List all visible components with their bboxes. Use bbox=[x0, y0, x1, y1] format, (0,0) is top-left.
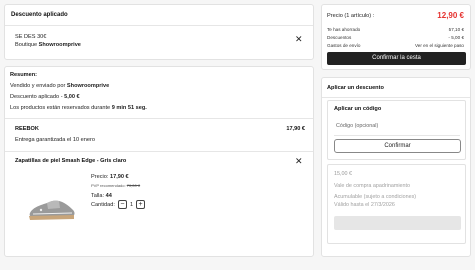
product-image[interactable] bbox=[27, 173, 77, 241]
voucher-line-1: Vale de compra apadrinamiento bbox=[334, 183, 411, 189]
order-row-saved-label: Te has ahorrado bbox=[327, 27, 361, 32]
shipment-price: 17,90 € bbox=[286, 126, 305, 132]
discount-applied-card: Descuento aplicado SE DES 30€ Boutique S… bbox=[4, 4, 314, 60]
discount-store-line: Boutique Showroomprive bbox=[15, 42, 81, 48]
voucher-amount: 15,00 € bbox=[334, 171, 352, 177]
apply-discount-card: Aplicar un descuento Aplicar un código C… bbox=[321, 77, 471, 257]
confirm-code-button[interactable]: Confirmar bbox=[334, 139, 461, 153]
shipment-delivery: Entrega garantizada el 10 enero bbox=[15, 137, 95, 143]
order-row-saved-value: 57,10 € bbox=[448, 27, 464, 32]
quantity-decrease-button[interactable]: − bbox=[117, 200, 127, 209]
order-summary-card: Precio (1 artículo) : 12,90 € Te has aho… bbox=[321, 4, 471, 70]
voucher-panel[interactable]: 15,00 € Vale de compra apadrinamiento Ac… bbox=[327, 164, 466, 244]
apply-code-panel: Aplicar un código Código (opcional) Conf… bbox=[327, 100, 466, 160]
quantity-value: 1 bbox=[129, 201, 134, 208]
apply-discount-title: Aplicar un descuento bbox=[327, 85, 384, 91]
remove-product-close-icon[interactable]: ✕ bbox=[295, 157, 303, 166]
order-price-value: 12,90 € bbox=[437, 11, 464, 20]
product-price-line: Precio: 17,90 € bbox=[91, 174, 129, 180]
voucher-line-2: Acumulable (sujeto a condiciones) bbox=[334, 194, 417, 200]
order-row-discount-value: - 5,00 € bbox=[448, 35, 464, 40]
summary-reserved: Los productos están reservados durante 9… bbox=[10, 105, 147, 111]
product-size-line: Talla: 44 bbox=[91, 193, 112, 199]
summary-heading: Resumen: bbox=[10, 72, 38, 78]
summary-sold-by: Vendido y enviado por Showroomprive bbox=[10, 83, 110, 89]
voucher-apply-button[interactable] bbox=[334, 216, 461, 230]
discount-code-line: SE DES 30€ bbox=[15, 34, 47, 40]
product-quantity-line: Cantidad: − 1 + bbox=[91, 200, 146, 209]
order-price-label: Precio (1 artículo) : bbox=[327, 13, 375, 19]
voucher-line-3: Válido hasta el 27/3/2026 bbox=[334, 202, 395, 208]
remove-discount-close-icon[interactable]: ✕ bbox=[295, 35, 303, 44]
sneaker-image bbox=[29, 200, 75, 220]
order-row-shipping-label: Gastos de envío bbox=[327, 43, 361, 48]
quantity-increase-button[interactable]: + bbox=[136, 200, 146, 209]
apply-code-title: Aplicar un código bbox=[334, 106, 382, 112]
summary-card: Resumen: Vendido y enviado por Showroomp… bbox=[4, 66, 314, 257]
product-rrp-line: PVP recomendado: 70,00 € bbox=[91, 183, 141, 188]
confirm-cart-button[interactable]: Confirmar la cesta bbox=[327, 52, 466, 65]
discount-card-title: Descuento aplicado bbox=[11, 12, 68, 18]
order-row-shipping-value: Ver en el siguiente paso bbox=[414, 43, 464, 48]
summary-discount: Descuento aplicado - 5,00 € bbox=[10, 94, 80, 100]
discount-code-input[interactable]: Código (opcional) bbox=[334, 119, 460, 133]
order-row-discount-label: Descuentos bbox=[327, 35, 352, 40]
product-name: Zapatillas de piel Smash Edge - Gris cla… bbox=[15, 158, 127, 164]
shipment-brand: REEBOK bbox=[15, 126, 39, 132]
